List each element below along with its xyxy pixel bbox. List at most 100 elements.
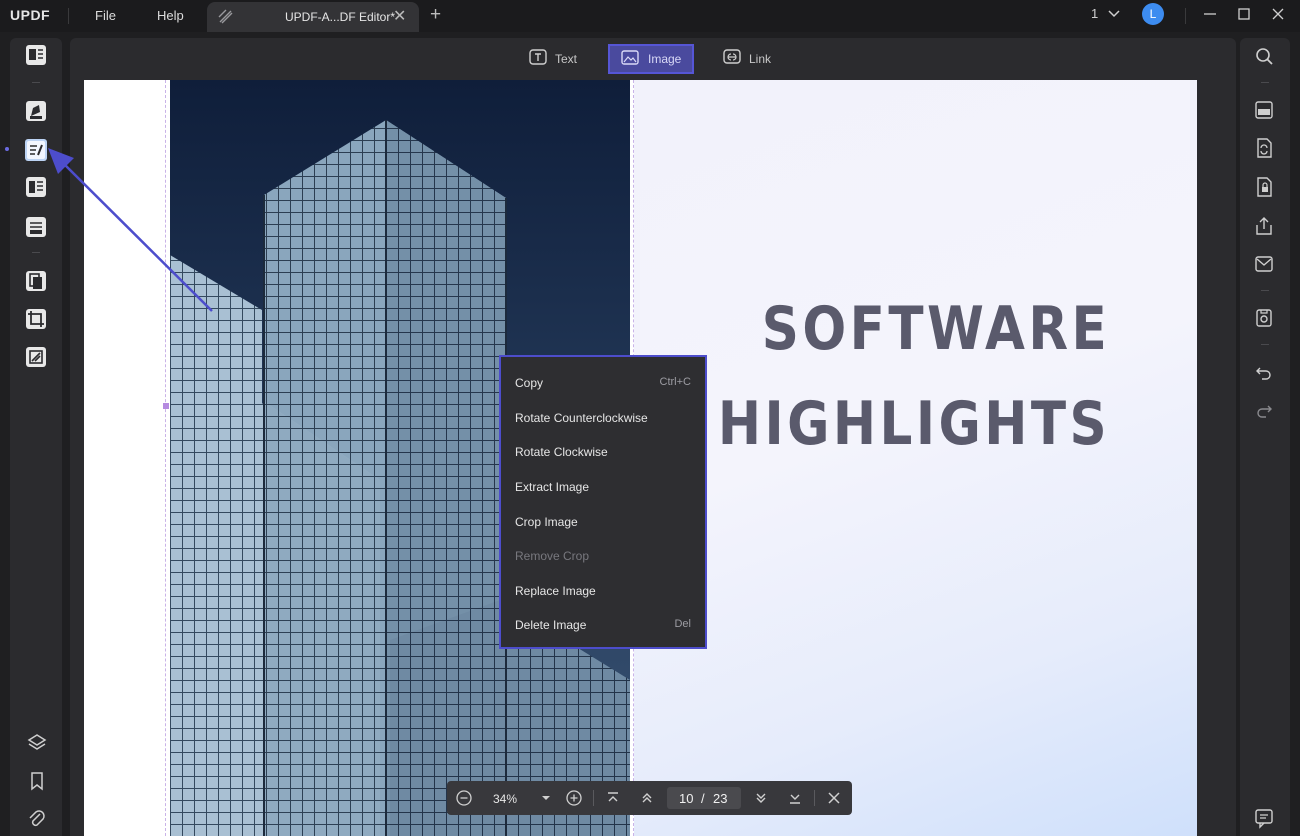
text-tool-label: Text [555,52,578,66]
zoom-out-icon [456,790,472,806]
close-window-button[interactable] [1266,4,1290,24]
menu-item-label: Delete Image [515,618,587,632]
menu-item-rotate-counterclockwise[interactable]: Rotate Counterclockwise [501,403,705,433]
menu-item-copy[interactable]: Copy Ctrl+C [501,368,705,398]
link-tool-label: Link [749,52,772,66]
last-page-icon [790,794,800,804]
zoom-in-button[interactable] [565,789,583,807]
fill-sign-icon [26,217,46,237]
chat-button[interactable] [1253,807,1275,829]
protect-file-icon [1257,177,1272,197]
heading-software[interactable]: SOFTWARE [761,294,1110,364]
user-avatar[interactable]: L [1142,3,1164,25]
organize-pages-button[interactable] [25,270,47,292]
redo-icon [1257,405,1272,418]
crop-pages-icon [26,309,46,329]
zoom-out-button[interactable] [455,789,473,807]
document-tab[interactable]: UPDF-A...DF Editor* ✕ [207,2,419,32]
window-page-selector[interactable]: 1 [1091,6,1120,21]
menu-item-extract-image[interactable]: Extract Image [501,472,705,502]
menu-item-delete-image[interactable]: Delete Image Del [501,610,705,640]
link-tool-button[interactable]: Link [720,46,780,72]
minimize-button[interactable] [1198,4,1222,24]
last-page-button[interactable] [786,789,804,807]
menu-item-remove-crop: Remove Crop [501,541,705,571]
chevron-down-icon [1108,10,1120,18]
new-tab-button[interactable]: + [430,4,441,26]
form-button[interactable] [25,176,47,198]
share-icon [1256,217,1272,235]
reader-button[interactable] [25,44,47,66]
menu-item-shortcut: Ctrl+C [659,376,691,388]
protect-file-button[interactable] [1253,176,1275,198]
first-page-button[interactable] [604,789,622,807]
attachment-button[interactable] [26,808,48,830]
zoom-dropdown[interactable] [537,789,555,807]
image-tool-label: Image [648,52,682,66]
page-number-input[interactable]: 10 / 23 [667,787,741,809]
menu-item-label: Rotate Counterclockwise [515,411,648,425]
protect-icon [26,347,46,367]
convert-button[interactable] [1253,137,1275,159]
menu-item-replace-image[interactable]: Replace Image [501,576,705,606]
first-page-icon [608,792,618,802]
right-sidebar [1240,38,1290,836]
menu-item-label: Crop Image [515,515,578,529]
chat-icon [1255,809,1273,829]
previous-page-button[interactable] [638,789,656,807]
edit-pdf-button[interactable] [25,139,47,161]
crop-pages-button[interactable] [25,308,47,330]
next-page-icon [756,793,766,803]
text-tool-button[interactable]: Text [526,46,586,72]
sidebar-separator [1261,290,1269,291]
undo-icon [1256,367,1271,380]
text-tool-icon [529,49,547,65]
sidebar-separator [1261,82,1269,83]
page-navigation-bar: 34% 10 / 23 [447,781,852,815]
menu-item-crop-image[interactable]: Crop Image [501,507,705,537]
bar-separator [814,790,815,806]
email-button[interactable] [1253,253,1275,275]
ocr-button[interactable] [1253,99,1275,121]
protect-button[interactable] [25,346,47,368]
window-page-number: 1 [1091,6,1099,21]
page-separator: / [701,791,705,806]
link-tool-icon [723,49,741,64]
tab-title: UPDF-A...DF Editor* [285,10,396,24]
title-separator [68,8,69,24]
menu-item-label: Remove Crop [515,549,590,563]
zoom-in-icon [566,790,582,806]
menu-file[interactable]: File [95,8,116,23]
sidebar-separator [32,252,40,253]
next-page-button[interactable] [752,789,770,807]
bookmark-button[interactable] [26,770,48,792]
layers-button[interactable] [26,732,48,754]
tab-close-icon[interactable]: ✕ [393,6,406,26]
menu-help[interactable]: Help [157,8,184,23]
fill-sign-button[interactable] [25,216,47,238]
maximize-button[interactable] [1232,4,1256,24]
reader-icon [26,45,46,65]
search-button[interactable] [1253,45,1275,67]
image-tool-button[interactable]: Image [608,44,694,74]
resize-handle[interactable] [163,403,169,409]
edit-mode-icon [217,8,235,31]
redo-button[interactable] [1253,400,1275,422]
edit-pdf-icon [25,139,47,161]
sidebar-separator [32,82,40,83]
close-navigation-button[interactable] [825,789,843,807]
zoom-level[interactable]: 34% [493,792,517,806]
app-logo: UPDF [10,7,51,23]
maximize-icon [1238,8,1250,20]
save-button[interactable] [1253,307,1275,329]
current-page: 10 [679,791,694,806]
search-icon [1256,48,1273,65]
menu-item-rotate-clockwise[interactable]: Rotate Clockwise [501,437,705,467]
sidebar-separator [1261,344,1269,345]
left-sidebar [10,38,62,836]
heading-highlights[interactable]: HIGHLIGHTS [718,389,1110,459]
comment-button[interactable] [25,100,47,122]
undo-button[interactable] [1253,362,1275,384]
title-separator [1185,8,1186,24]
share-button[interactable] [1253,215,1275,237]
